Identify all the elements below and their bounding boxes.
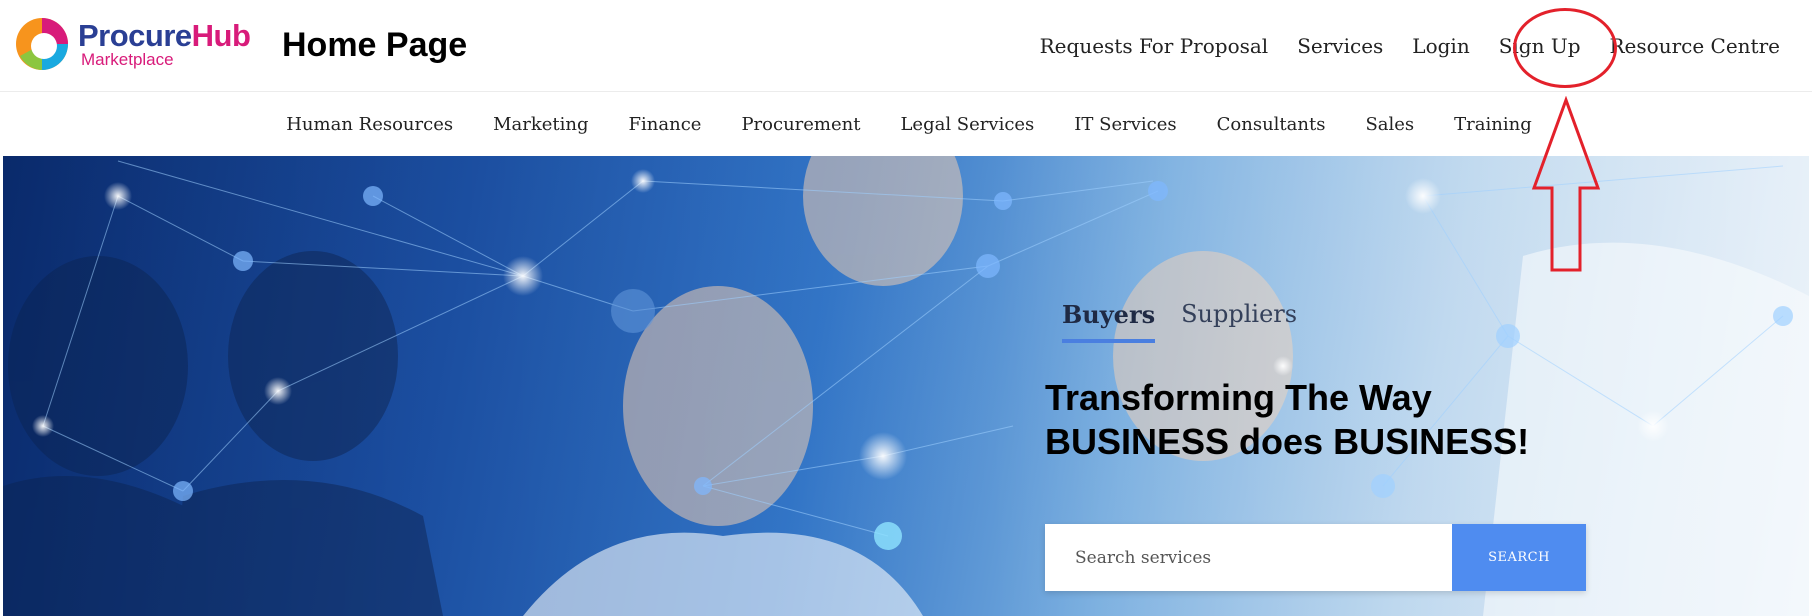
page-title: Home Page [282, 26, 468, 64]
tab-buyers[interactable]: Buyers [1062, 300, 1156, 343]
search-button[interactable]: SEARCH [1452, 524, 1586, 591]
category-human-resources[interactable]: Human Resources [286, 114, 453, 135]
brand-name: ProcureHub [78, 18, 251, 53]
nav-requests-for-proposal[interactable]: Requests For Proposal [1040, 34, 1269, 58]
category-training[interactable]: Training [1454, 114, 1532, 135]
search-input[interactable] [1045, 524, 1452, 591]
up-arrow-icon [1531, 96, 1601, 272]
nav-resource-centre[interactable]: Resource Centre [1610, 34, 1781, 58]
brand-logo[interactable]: ProcureHub Marketplace [14, 16, 251, 72]
category-sales[interactable]: Sales [1365, 114, 1414, 135]
hero-headline-line2: BUSINESS does BUSINESS! [1045, 421, 1530, 462]
top-nav: Requests For Proposal Services Login Sig… [1011, 34, 1780, 58]
nav-services[interactable]: Services [1297, 34, 1383, 58]
hero-headline: Transforming The Way BUSINESS does BUSIN… [1045, 376, 1529, 464]
nav-login[interactable]: Login [1412, 34, 1469, 58]
category-legal-services[interactable]: Legal Services [900, 114, 1034, 135]
brand-subtitle: Marketplace [81, 50, 174, 69]
service-search-bar: SEARCH [1045, 524, 1586, 591]
tab-suppliers[interactable]: Suppliers [1181, 300, 1297, 343]
category-it-services[interactable]: IT Services [1074, 114, 1176, 135]
procurehub-logo-icon [16, 18, 68, 70]
hero-headline-line1: Transforming The Way [1045, 377, 1432, 418]
category-finance[interactable]: Finance [629, 114, 702, 135]
audience-tabs: Buyers Suppliers [1062, 300, 1323, 343]
category-procurement[interactable]: Procurement [741, 114, 860, 135]
category-marketing[interactable]: Marketing [493, 114, 588, 135]
sign-up-highlight-circle [1513, 8, 1617, 88]
category-consultants[interactable]: Consultants [1217, 114, 1326, 135]
